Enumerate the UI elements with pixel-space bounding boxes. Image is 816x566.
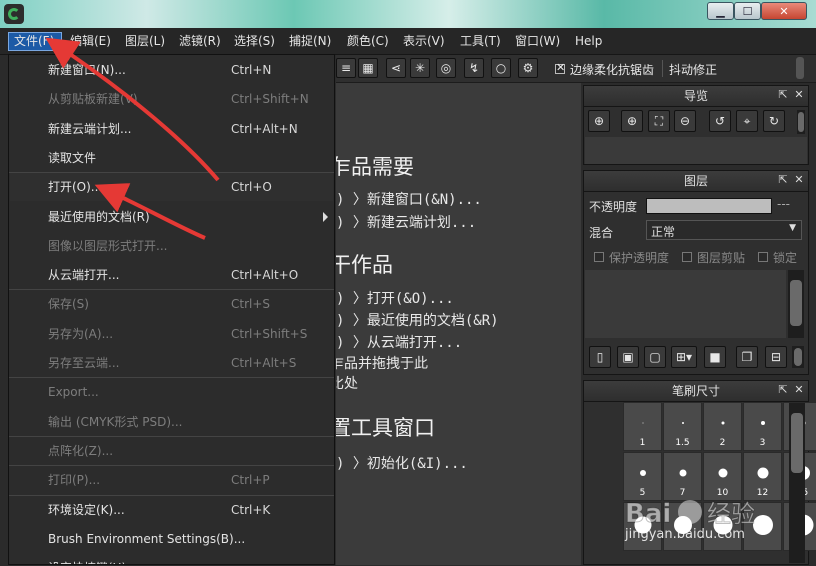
svg-text:经验: 经验 (707, 500, 755, 528)
annotation-arrows (45, 37, 220, 240)
watermark-url: jingyan.baidu.com (625, 527, 745, 542)
annotation-arrow (94, 183, 206, 240)
annotation-arrow (45, 37, 220, 182)
svg-text:Bai: Bai (625, 499, 671, 529)
